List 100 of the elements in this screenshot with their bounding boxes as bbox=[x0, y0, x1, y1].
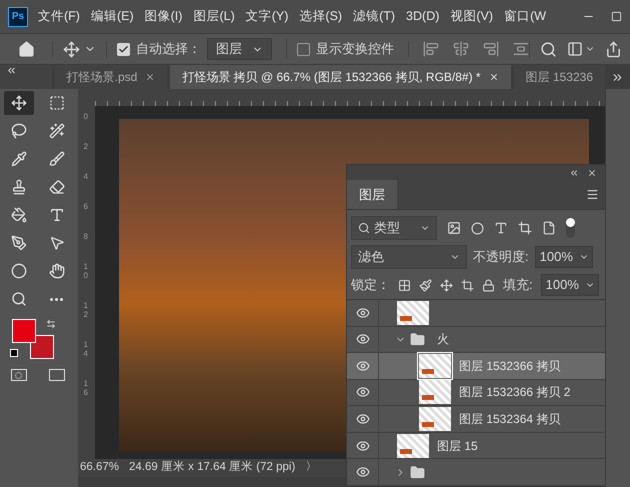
document-tab[interactable]: 打怪场景.psd bbox=[54, 65, 168, 89]
tab-label: 图层 153236 bbox=[526, 69, 593, 86]
eye-icon[interactable] bbox=[356, 358, 370, 373]
move-icon[interactable] bbox=[63, 40, 80, 58]
menu-item[interactable]: 编辑(E) bbox=[90, 7, 134, 26]
panel-layout-icon[interactable] bbox=[567, 41, 583, 57]
pixel-filter-icon[interactable] bbox=[447, 221, 461, 235]
filter-toggle[interactable] bbox=[566, 218, 575, 238]
document-tab[interactable]: 图层 153236 bbox=[514, 65, 605, 89]
lock-artboard-icon[interactable] bbox=[461, 278, 474, 292]
menu-item[interactable]: 3D(D) bbox=[406, 7, 440, 26]
panel-menu-icon[interactable] bbox=[586, 188, 599, 201]
eye-icon[interactable] bbox=[356, 332, 370, 346]
adjustment-filter-icon[interactable] bbox=[471, 222, 484, 234]
swap-icon[interactable] bbox=[46, 319, 56, 329]
pointer-icon bbox=[48, 235, 64, 251]
layer-thumbnail bbox=[397, 434, 429, 458]
filter-dropdown[interactable]: 类型 bbox=[351, 216, 437, 240]
menu-item[interactable]: 图像(I) bbox=[144, 7, 182, 26]
menu-item[interactable]: 文字(Y) bbox=[246, 7, 288, 26]
eye-icon[interactable] bbox=[356, 438, 370, 453]
fill-field[interactable]: 100% bbox=[540, 274, 599, 296]
tool-button[interactable] bbox=[4, 91, 34, 115]
align-left-icon[interactable] bbox=[423, 41, 439, 57]
text-icon bbox=[48, 207, 64, 223]
folder-icon bbox=[410, 464, 425, 480]
menu-item[interactable]: 视图(V) bbox=[450, 7, 494, 26]
default-colors-icon[interactable] bbox=[10, 349, 18, 357]
auto-select-label: 自动选择： bbox=[136, 40, 201, 58]
shape-filter-icon[interactable] bbox=[518, 221, 532, 235]
layer-row[interactable] bbox=[347, 300, 605, 327]
search-icon[interactable] bbox=[540, 40, 557, 58]
layers-tab[interactable]: 图层 bbox=[347, 180, 397, 209]
layer-row[interactable]: 火 bbox=[347, 326, 605, 354]
home-icon[interactable] bbox=[18, 40, 34, 58]
checkbox[interactable] bbox=[297, 42, 310, 56]
layer-thumbnail bbox=[419, 354, 451, 378]
smart-object-filter-icon[interactable] bbox=[542, 221, 556, 235]
ruler-label: 6 bbox=[84, 202, 89, 211]
ruler-label: 12 bbox=[84, 301, 89, 319]
document-tab[interactable]: 打怪场景 拷贝 @ 66.7% (图层 1532366 拷贝, RGB/8#) * bbox=[170, 65, 511, 89]
lock-icon[interactable] bbox=[482, 278, 495, 292]
eye-icon[interactable] bbox=[356, 412, 370, 426]
layer-name: 图层 1532364 拷贝 bbox=[459, 411, 560, 428]
stamp-icon bbox=[10, 179, 26, 195]
layer-thumbnail bbox=[397, 300, 429, 325]
menu-item[interactable]: 文件(F) bbox=[38, 7, 80, 26]
pen-icon bbox=[10, 235, 26, 251]
foreground-swatch[interactable] bbox=[12, 319, 36, 343]
layer-row[interactable]: 图层 1532366 拷贝 2 bbox=[347, 380, 605, 406]
align-right-icon[interactable] bbox=[483, 41, 499, 57]
folder-icon bbox=[410, 332, 425, 347]
status-menu-arrow[interactable]: 〉 bbox=[305, 459, 318, 477]
screen-mode-icon[interactable] bbox=[48, 369, 64, 381]
menu-item[interactable]: 窗口(W bbox=[504, 7, 546, 26]
lock-position-icon[interactable] bbox=[440, 278, 453, 292]
eye-icon[interactable] bbox=[356, 306, 370, 320]
lock-pixels-icon[interactable] bbox=[398, 278, 411, 292]
text-filter-icon[interactable] bbox=[494, 221, 508, 235]
close-icon[interactable] bbox=[587, 168, 597, 178]
dropdown-value: 类型 bbox=[374, 219, 400, 238]
layer-row[interactable]: 图层 15 bbox=[347, 432, 605, 460]
layer-name: 火 bbox=[437, 331, 449, 348]
lasso-icon bbox=[10, 123, 26, 139]
ruler-label: 10 bbox=[84, 262, 89, 280]
move-icon bbox=[10, 95, 26, 111]
eye-icon[interactable] bbox=[356, 465, 370, 480]
layer-row[interactable]: 图层 1532366 拷贝 bbox=[347, 353, 605, 380]
background-swatch[interactable] bbox=[30, 335, 54, 359]
collapse-icon[interactable] bbox=[6, 65, 17, 76]
checkbox[interactable] bbox=[117, 42, 130, 56]
layer-dropdown[interactable]: 图层 bbox=[207, 38, 272, 60]
close-icon[interactable] bbox=[145, 72, 156, 82]
opacity-field[interactable]: 100% bbox=[534, 246, 593, 268]
eye-icon[interactable] bbox=[356, 385, 370, 400]
paint-bucket-icon bbox=[10, 207, 26, 223]
layer-name: 图层 1532366 拷贝 2 bbox=[459, 384, 570, 402]
ruler-label: 14 bbox=[84, 340, 89, 358]
menu-item[interactable]: 滤镜(T) bbox=[353, 7, 396, 26]
quick-mask-icon[interactable] bbox=[10, 369, 26, 381]
align-center-icon[interactable] bbox=[453, 41, 469, 57]
dropdown-value: 图层 bbox=[216, 40, 242, 58]
menu-item[interactable]: 图层(L) bbox=[193, 7, 235, 26]
menu-item[interactable]: 选择(S) bbox=[299, 7, 342, 26]
ruler-label: 0 bbox=[84, 112, 89, 121]
collapse-icon[interactable] bbox=[569, 168, 579, 178]
distribute-icon[interactable] bbox=[513, 41, 529, 57]
search-icon bbox=[358, 222, 370, 234]
blend-mode-dropdown[interactable]: 滤色 bbox=[351, 245, 467, 269]
close-icon[interactable] bbox=[488, 72, 499, 82]
layer-row[interactable]: 图层 1532364 拷贝 bbox=[347, 406, 605, 433]
layer-row[interactable] bbox=[347, 459, 605, 486]
transform-controls-label: 显示变换控件 bbox=[316, 40, 394, 58]
share-icon[interactable] bbox=[605, 40, 622, 58]
layer-name: 图层 15 bbox=[437, 438, 478, 455]
tab-label: 打怪场景.psd bbox=[66, 69, 138, 86]
app-logo: Ps bbox=[8, 6, 28, 26]
maximize-icon[interactable] bbox=[610, 11, 622, 22]
lock-brush-icon[interactable] bbox=[419, 278, 432, 292]
zoom-icon bbox=[10, 291, 26, 307]
